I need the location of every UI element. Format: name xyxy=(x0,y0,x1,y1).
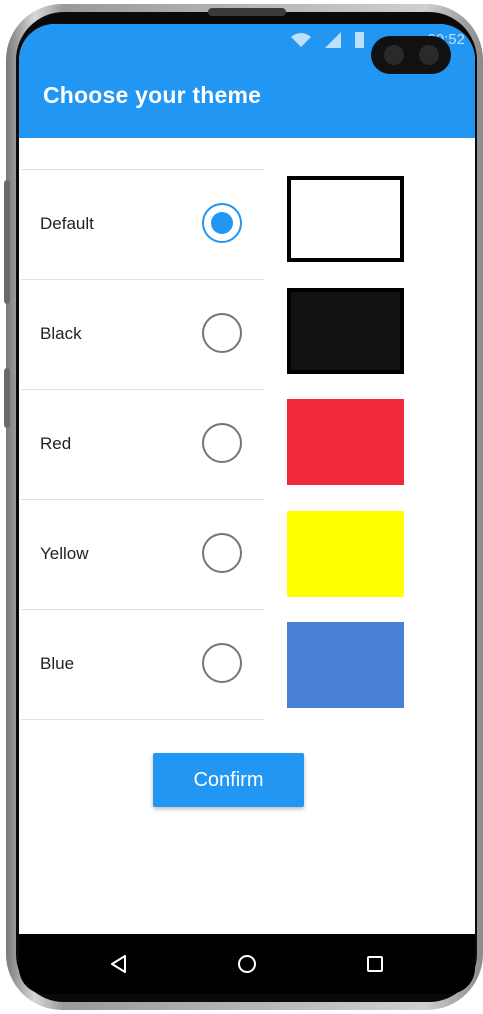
theme-swatch-default xyxy=(287,176,404,262)
confirm-button[interactable]: Confirm xyxy=(153,753,304,807)
page-title: Choose your theme xyxy=(43,82,262,108)
recents-button[interactable] xyxy=(359,948,391,980)
theme-label: Black xyxy=(40,324,82,343)
back-button[interactable] xyxy=(103,948,135,980)
theme-option-default[interactable]: Default xyxy=(21,170,264,280)
recents-icon xyxy=(367,956,383,972)
earpiece xyxy=(208,8,286,16)
back-icon xyxy=(111,955,126,973)
theme-option-red[interactable]: Red xyxy=(21,390,264,500)
theme-swatch-yellow xyxy=(287,510,404,597)
theme-label: Yellow xyxy=(40,544,89,563)
wifi-icon xyxy=(291,33,311,47)
camera-lens xyxy=(419,45,439,65)
signal-icon xyxy=(325,32,341,48)
theme-radio-blue[interactable] xyxy=(202,643,242,683)
theme-radio-yellow[interactable] xyxy=(202,533,242,573)
theme-radio-black[interactable] xyxy=(202,313,242,353)
theme-swatch-red xyxy=(287,399,404,485)
theme-swatch-black xyxy=(287,287,404,374)
battery-icon xyxy=(355,32,364,48)
theme-option-black[interactable]: Black xyxy=(21,280,264,390)
power-button xyxy=(4,368,10,428)
navigation-bar xyxy=(19,934,475,994)
theme-radio-red[interactable] xyxy=(202,423,242,463)
front-camera xyxy=(371,36,451,74)
home-button[interactable] xyxy=(231,948,263,980)
camera-lens xyxy=(384,45,404,65)
theme-label: Blue xyxy=(40,654,75,673)
theme-radio-default[interactable] xyxy=(202,203,242,243)
theme-option-blue[interactable]: Blue xyxy=(21,610,264,720)
theme-label: Default xyxy=(40,214,94,233)
app-bar: 20:52 Choose your theme xyxy=(19,24,475,138)
theme-label: Red xyxy=(40,434,72,453)
home-icon xyxy=(238,955,256,973)
theme-swatch-blue xyxy=(287,622,404,708)
volume-button xyxy=(4,180,10,304)
theme-option-yellow[interactable]: Yellow xyxy=(21,500,264,610)
theme-list: Default Black Red Yellow Blue xyxy=(21,169,264,720)
